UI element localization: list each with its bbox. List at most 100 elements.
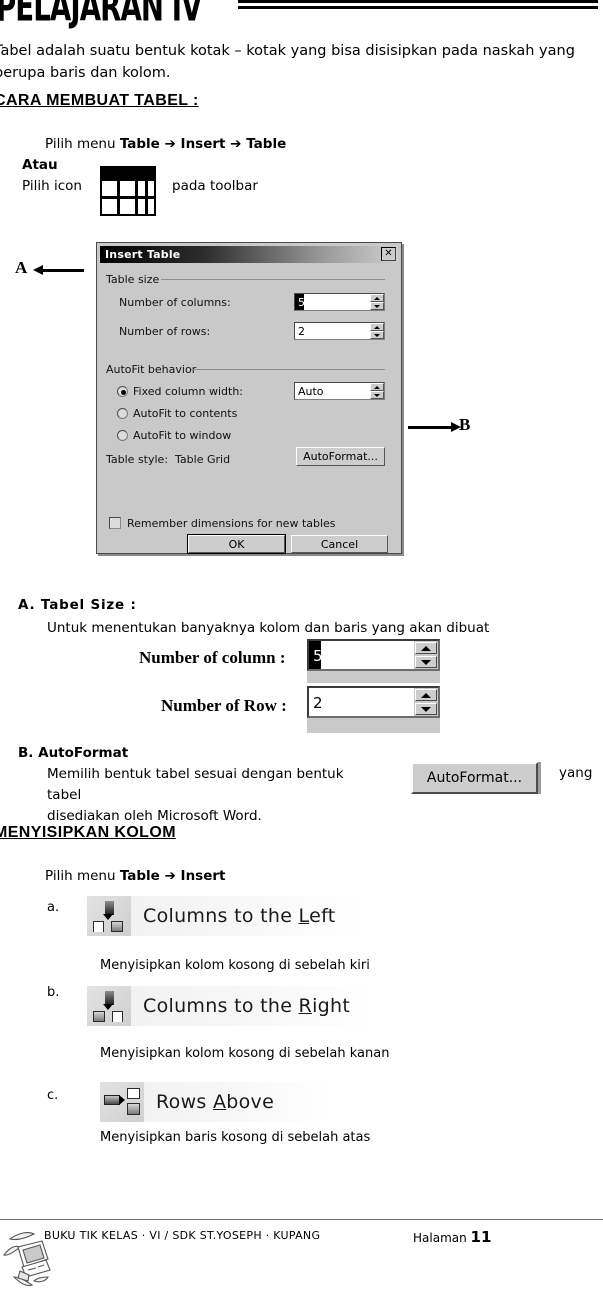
callout-columns-value[interactable]: 5 xyxy=(309,641,323,669)
menu-item-rows-above[interactable]: Rows Above xyxy=(100,1082,330,1122)
callout-arrow-a xyxy=(33,265,84,275)
radio-label-fixed-column-width: Fixed column width: xyxy=(133,385,244,398)
step-path: Table ➔ Insert ➔ Table xyxy=(119,136,287,152)
remember-dimensions-label: Remember dimensions for new tables xyxy=(127,517,336,530)
callout-rows-value[interactable]: 2 xyxy=(309,688,414,716)
section-b-trailing-word: yang xyxy=(559,765,593,781)
title-double-rule xyxy=(238,0,598,9)
radio-dot-icon xyxy=(117,408,128,419)
step-path: Table ➔ Insert xyxy=(119,868,226,884)
step-pada-toolbar: pada toolbar xyxy=(172,178,258,194)
menu-item-columns-to-the-right[interactable]: Columns to the Right xyxy=(87,986,372,1026)
callout-rows-stepper[interactable]: 2 xyxy=(307,686,440,718)
callout-label-a: A xyxy=(15,258,28,277)
rows-stepper-buttons[interactable] xyxy=(370,323,384,339)
radio-fixed-column-width[interactable]: Fixed column width: xyxy=(117,385,243,398)
label-number-of-columns: Number of columns: xyxy=(119,296,231,309)
chevron-up-icon[interactable] xyxy=(370,323,384,331)
cancel-button[interactable]: Cancel xyxy=(291,535,388,553)
radio-dot-icon xyxy=(117,430,128,441)
section-b-heading: B. AutoFormat xyxy=(18,745,129,761)
remember-dimensions-checkbox[interactable]: Remember dimensions for new tables xyxy=(109,517,336,530)
step-atau: Atau xyxy=(22,157,58,173)
heading-cara-membuat-tabel: CARA MEMBUAT TABEL : xyxy=(0,92,199,109)
columns-stepper[interactable]: 5 xyxy=(294,293,385,311)
menu-item-columns-to-the-left[interactable]: Columns to the Left xyxy=(87,896,359,936)
chevron-up-icon[interactable] xyxy=(415,642,437,654)
callout-rows-stepper-buttons[interactable] xyxy=(414,688,438,716)
radio-label-autofit-window: AutoFit to window xyxy=(133,429,232,442)
label-number-of-rows: Number of rows: xyxy=(119,325,211,338)
radio-label-autofit-contents: AutoFit to contents xyxy=(133,407,238,420)
close-icon[interactable]: ✕ xyxy=(381,247,396,261)
columns-stepper-buttons[interactable] xyxy=(370,294,384,310)
radio-dot-icon xyxy=(117,386,128,397)
rows-above-icon xyxy=(100,1082,144,1122)
menu-item-label: Columns to the Right xyxy=(143,995,351,1017)
footer-page-label: Halaman xyxy=(413,1231,467,1245)
cancel-button-label: Cancel xyxy=(320,537,359,551)
callout-autoformat-button[interactable]: AutoFormat... xyxy=(411,762,538,794)
ok-button[interactable]: OK xyxy=(188,535,285,553)
rows-input-value[interactable]: 2 xyxy=(295,323,370,339)
chevron-up-icon[interactable] xyxy=(370,383,384,391)
chevron-down-icon[interactable] xyxy=(370,331,384,339)
rows-stepper[interactable]: 2 xyxy=(294,322,385,340)
radio-autofit-to-window[interactable]: AutoFit to window xyxy=(117,429,231,442)
menu-item-description-a: Menyisipkan kolom kosong di sebelah kiri xyxy=(100,958,370,973)
group-rule-table-size xyxy=(161,279,385,280)
list-marker-a: a. xyxy=(47,900,60,915)
columns-right-icon xyxy=(87,986,131,1026)
group-rule-autofit xyxy=(191,369,385,370)
section-b-body: Memilih bentuk tabel sesuai dengan bentu… xyxy=(47,764,377,827)
heading-menyisipkan-kolom: MENYISIPKAN KOLOM xyxy=(0,824,176,841)
autoformat-button[interactable]: AutoFormat... xyxy=(296,447,385,466)
section-b-line-1: Memilih bentuk tabel sesuai dengan bentu… xyxy=(47,766,344,803)
footer-page-indicator: Halaman 11 xyxy=(413,1228,491,1246)
footer-divider xyxy=(0,1219,603,1220)
document-page: PELAJARAN IV Tabel adalah suatu bentuk k… xyxy=(0,0,603,1309)
dialog-title: Insert Table xyxy=(105,248,181,261)
chevron-down-icon[interactable] xyxy=(370,302,384,310)
section-a-body: Untuk menentukan banyaknya kolom dan bar… xyxy=(47,620,490,636)
fixed-width-stepper-buttons[interactable] xyxy=(370,383,384,399)
menu-item-description-c: Menyisipkan baris kosong di sebelah atas xyxy=(100,1130,371,1145)
step-prefix: Pilih menu xyxy=(45,136,120,152)
chevron-down-icon[interactable] xyxy=(370,391,384,399)
menu-item-label: Columns to the Left xyxy=(143,905,336,927)
callout-arrow-b xyxy=(408,422,461,432)
fixed-width-value[interactable]: Auto xyxy=(295,383,370,399)
label-number-of-column: Number of column : xyxy=(139,648,286,667)
label-number-of-row: Number of Row : xyxy=(161,696,287,715)
page-title: PELAJARAN IV xyxy=(0,0,202,32)
columns-left-icon xyxy=(87,896,131,936)
intro-paragraph: Tabel adalah suatu bentuk kotak – kotak … xyxy=(0,43,575,81)
section-a-heading: A. Tabel Size : xyxy=(18,597,137,613)
checkbox-icon xyxy=(109,517,121,529)
step-pilih-menu-table-insert: Pilih menu Table ➔ Insert xyxy=(45,868,226,884)
group-label-table-size: Table size xyxy=(106,273,164,286)
chevron-down-icon[interactable] xyxy=(415,656,437,668)
columns-input-value[interactable]: 5 xyxy=(295,294,304,310)
footer-page-number: 11 xyxy=(470,1228,492,1246)
callout-columns-stepper-buttons[interactable] xyxy=(414,641,438,669)
ok-button-label: OK xyxy=(228,537,245,551)
menu-item-description-b: Menyisipkan kolom kosong di sebelah kana… xyxy=(100,1046,390,1061)
callout-autoformat-label: AutoFormat... xyxy=(426,770,523,786)
radio-autofit-to-contents[interactable]: AutoFit to contents xyxy=(117,407,237,420)
insert-table-toolbar-icon xyxy=(100,166,156,216)
dialog-titlebar[interactable]: Insert Table ✕ xyxy=(100,246,398,263)
insert-table-dialog: Insert Table ✕ Table size Number of colu… xyxy=(96,242,402,554)
chevron-up-icon[interactable] xyxy=(370,294,384,302)
fixed-width-stepper[interactable]: Auto xyxy=(294,382,385,400)
autoformat-button-label: AutoFormat... xyxy=(303,450,378,463)
menu-item-label: Rows Above xyxy=(156,1091,275,1113)
title-row: PELAJARAN IV xyxy=(0,0,603,32)
callout-columns-stepper[interactable]: 5 xyxy=(307,639,440,671)
group-label-autofit-behavior: AutoFit behavior xyxy=(106,363,201,376)
list-marker-b: b. xyxy=(47,985,60,1000)
step-prefix: Pilih menu xyxy=(45,868,120,884)
chevron-up-icon[interactable] xyxy=(415,689,437,701)
value-table-style: Table Grid xyxy=(175,453,231,466)
chevron-down-icon[interactable] xyxy=(415,703,437,715)
